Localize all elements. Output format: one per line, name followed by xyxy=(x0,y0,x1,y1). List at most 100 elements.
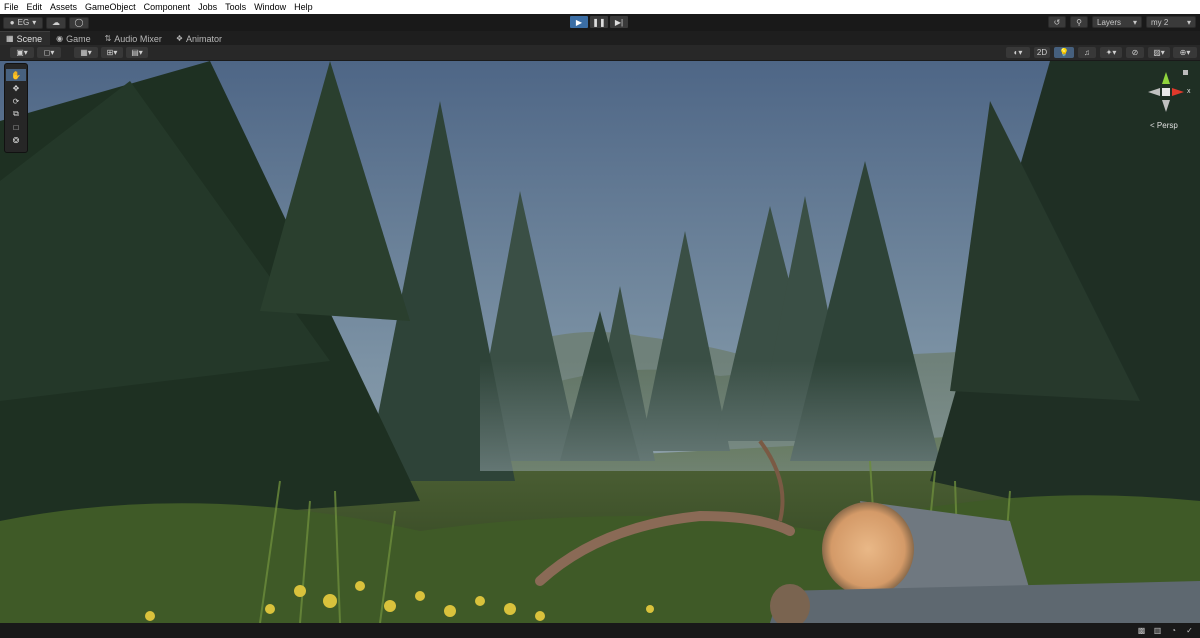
chevron-down-icon: ▾ xyxy=(32,18,37,27)
projection-label: Persp xyxy=(1156,121,1178,130)
z-axis-cone[interactable] xyxy=(1162,100,1170,112)
layers-label: Layers xyxy=(1097,17,1122,27)
tab-scene[interactable]: ▦ Scene xyxy=(0,31,51,45)
network-icon[interactable]: ▩ xyxy=(1137,626,1146,635)
neg-x-axis-cone[interactable] xyxy=(1148,88,1160,96)
chevron-down-icon: ▾ xyxy=(1132,17,1137,27)
x-axis-label: x xyxy=(1187,88,1191,95)
status-bar: ▩ ▥ ◔ ✓ xyxy=(0,623,1200,638)
forest-scene-render xyxy=(0,61,1200,623)
collab-icon: ◯ xyxy=(74,18,84,27)
hand-tool-button[interactable]: ✋ xyxy=(6,69,26,81)
transform-tool-button[interactable]: ❂ xyxy=(6,134,26,146)
account-label: EG xyxy=(17,18,30,27)
cube-icon: ◻▾ xyxy=(43,48,55,57)
tab-label: Animator xyxy=(186,33,223,44)
x-axis-cone[interactable] xyxy=(1172,88,1184,96)
tab-label: Game xyxy=(66,33,91,44)
ruler-icon: ▤▾ xyxy=(131,48,143,57)
progress-icon[interactable]: ◔ xyxy=(1169,626,1178,635)
hand-tool-icon: ✋ xyxy=(11,70,21,80)
move-tool-button[interactable]: ✥ xyxy=(6,82,26,94)
pause-button[interactable]: ❚❚ xyxy=(590,16,608,28)
undo-history-button[interactable]: ↺ xyxy=(1048,16,1066,28)
effects-dropdown[interactable]: ✦▾ xyxy=(1100,47,1122,58)
grid-icon: ▦▾ xyxy=(80,48,92,57)
audio-toggle[interactable]: ♫ xyxy=(1078,47,1096,58)
account-icon: ● xyxy=(9,18,15,27)
history-icon: ↺ xyxy=(1053,17,1061,27)
scene-viewport[interactable] xyxy=(0,61,1200,623)
scale-tool-button[interactable]: ⧉ xyxy=(6,108,26,120)
pause-icon: ❚❚ xyxy=(592,17,606,27)
scene-icon: ▦ xyxy=(6,34,14,43)
menu-help[interactable]: Help xyxy=(290,0,317,14)
hidden-objects-toggle[interactable]: ⊘ xyxy=(1126,47,1144,58)
play-controls: ▶ ❚❚ ▶| xyxy=(570,16,630,28)
light-bulb-icon: 💡 xyxy=(1059,48,1069,57)
graph-icon[interactable]: ▥ xyxy=(1153,626,1162,635)
rotate-tool-button[interactable]: ⟳ xyxy=(6,95,26,107)
toggle-2d-button[interactable]: 2D xyxy=(1034,47,1050,58)
play-icon: ▶ xyxy=(575,17,583,27)
menu-jobs[interactable]: Jobs xyxy=(194,0,221,14)
search-icon: ⚲ xyxy=(1076,17,1082,27)
step-button[interactable]: ▶| xyxy=(610,16,628,28)
menu-file[interactable]: File xyxy=(0,0,23,14)
menu-assets[interactable]: Assets xyxy=(46,0,81,14)
ok-check-icon[interactable]: ✓ xyxy=(1185,626,1194,635)
cloud-button[interactable]: ☁ xyxy=(46,16,66,29)
account-dropdown[interactable]: ● EG ▾ xyxy=(3,16,43,29)
rect-tool-icon: □ xyxy=(13,122,19,132)
draw-mode-icon: ▣▾ xyxy=(16,48,28,57)
draw-mode-dropdown[interactable]: ▣▾ xyxy=(10,47,34,58)
lock-icon[interactable] xyxy=(1183,70,1188,75)
collab-button[interactable]: ◯ xyxy=(69,16,89,29)
lighting-toggle[interactable]: 💡 xyxy=(1054,47,1074,58)
tab-game[interactable]: ◉ Game xyxy=(50,32,99,45)
move-tool-icon: ✥ xyxy=(12,83,20,93)
effects-icon: ✦▾ xyxy=(1105,48,1117,57)
gizmo-globe-icon: ⊕▾ xyxy=(1179,48,1191,57)
layers-dropdown[interactable]: Layers ▾ xyxy=(1092,16,1142,28)
toggle-2d-label: 2D xyxy=(1036,48,1048,57)
toolbar-right: ↺ ⚲ Layers ▾ my 2 ▾ xyxy=(1044,16,1196,28)
menu-edit[interactable]: Edit xyxy=(23,0,47,14)
layout-dropdown[interactable]: my 2 ▾ xyxy=(1146,16,1196,28)
audio-mixer-icon: ⇅ xyxy=(104,34,112,43)
ruler-dropdown[interactable]: ▤▾ xyxy=(126,47,148,58)
menu-component[interactable]: Component xyxy=(140,0,195,14)
animator-icon: ❖ xyxy=(175,34,183,43)
snap-increment-dropdown[interactable]: ⊞▾ xyxy=(101,47,123,58)
drag-handle[interactable] xyxy=(5,64,27,68)
tool-palette: ✋ ✥ ⟳ ⧉ □ ❂ xyxy=(4,63,28,153)
persp-arrow-icon: < xyxy=(1150,121,1155,130)
snap-icon: ⊞▾ xyxy=(106,48,118,57)
tab-animator[interactable]: ❖ Animator xyxy=(170,32,230,45)
render-mode-dropdown[interactable]: ◻▾ xyxy=(37,47,61,58)
camera-icon: ▨▾ xyxy=(1153,48,1165,57)
gizmo-center-cube[interactable] xyxy=(1162,88,1170,96)
grid-snap-dropdown[interactable]: ▦▾ xyxy=(74,47,98,58)
projection-toggle[interactable]: < Persp xyxy=(1150,121,1178,130)
play-button[interactable]: ▶ xyxy=(570,16,588,28)
scale-tool-icon: ⧉ xyxy=(13,109,19,118)
scene-toolbar: ▣▾ ◻▾ ▦▾ ⊞▾ ▤▾ ◐▾ 2D 💡 ♫ ✦▾ ⊘ ▨▾ ⊕▾ xyxy=(0,45,1200,61)
tab-audio-mixer[interactable]: ⇅ Audio Mixer xyxy=(99,32,170,45)
eye-slash-icon: ⊘ xyxy=(1131,48,1139,57)
view-tabs: ▦ Scene ◉ Game ⇅ Audio Mixer ❖ Animator xyxy=(0,31,1200,45)
game-controller-icon: ◉ xyxy=(56,34,64,43)
y-axis-cone[interactable] xyxy=(1162,72,1170,84)
chevron-down-icon: ▾ xyxy=(1186,17,1191,27)
gizmos-dropdown[interactable]: ⊕▾ xyxy=(1173,47,1197,58)
search-button[interactable]: ⚲ xyxy=(1070,16,1088,28)
shading-mode-dropdown[interactable]: ◐▾ xyxy=(1006,47,1030,58)
step-icon: ▶| xyxy=(614,17,624,27)
menu-window[interactable]: Window xyxy=(250,0,290,14)
camera-dropdown[interactable]: ▨▾ xyxy=(1148,47,1170,58)
shading-icon: ◐▾ xyxy=(1013,48,1023,57)
menu-gameobject[interactable]: GameObject xyxy=(81,0,140,14)
main-toolbar: ● EG ▾ ☁ ◯ ▶ ❚❚ ▶| ↺ ⚲ Layers ▾ my 2 ▾ xyxy=(0,14,1200,31)
rect-tool-button[interactable]: □ xyxy=(6,121,26,133)
menu-tools[interactable]: Tools xyxy=(221,0,250,14)
